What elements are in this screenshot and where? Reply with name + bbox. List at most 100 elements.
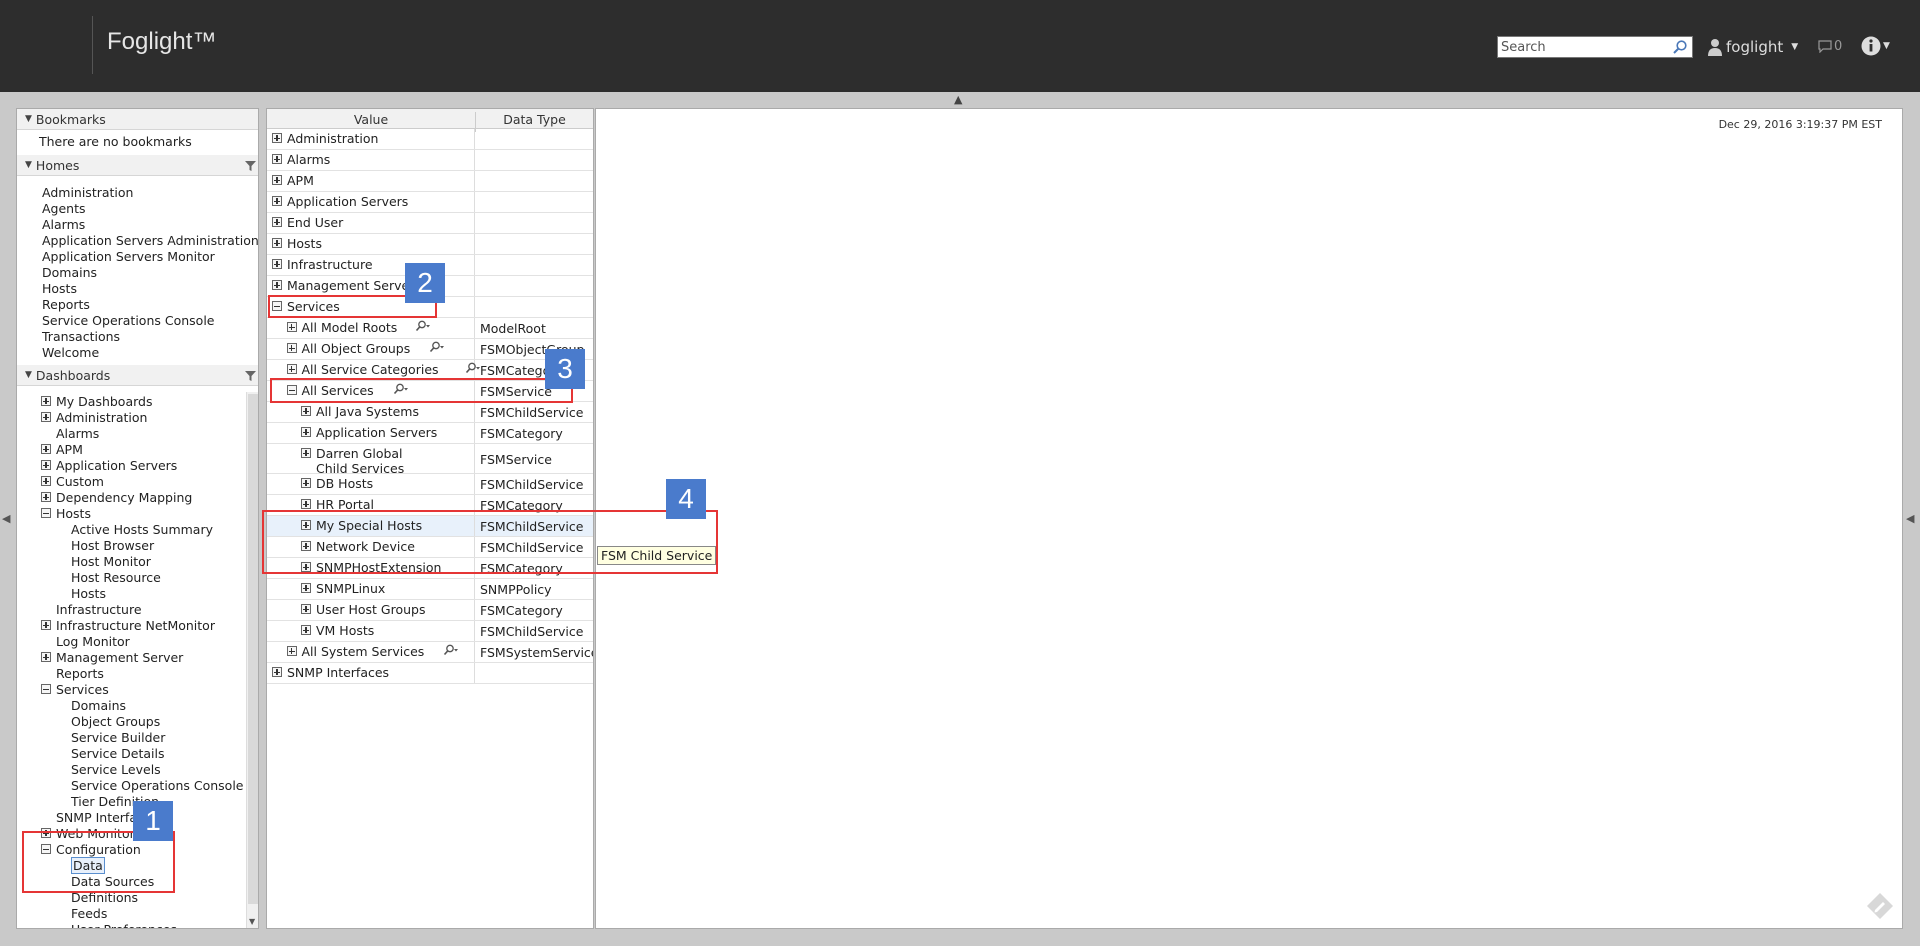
bookmarks-header[interactable]: ▼ Bookmarks (17, 109, 258, 130)
table-row[interactable]: Administration (267, 129, 593, 150)
collapse-header-arrow-icon[interactable]: ▲ (954, 93, 962, 106)
dashboard-tree-item[interactable]: Log Monitor (56, 634, 130, 650)
value-label[interactable]: APM (287, 173, 314, 188)
value-label[interactable]: VM Hosts (316, 623, 374, 638)
column-header-data-type[interactable]: Data Type (476, 112, 593, 127)
edit-icon[interactable] (1866, 892, 1894, 920)
dashboard-tree-item[interactable]: Host Browser (71, 538, 154, 554)
dashboard-tree-item[interactable]: Host Resource (71, 570, 161, 586)
expand-plus-icon[interactable] (41, 412, 51, 422)
expand-plus-icon[interactable] (301, 448, 311, 458)
dashboard-tree-item[interactable]: Domains (71, 698, 126, 714)
expand-plus-icon[interactable] (286, 364, 297, 374)
dashboard-tree-item[interactable]: Infrastructure (56, 602, 142, 618)
value-label[interactable]: SNMP Interfaces (287, 665, 389, 680)
scroll-down-arrow-icon[interactable]: ▼ (249, 917, 255, 926)
query-search-icon[interactable] (465, 362, 481, 374)
query-search-icon[interactable] (443, 644, 459, 656)
expand-plus-icon[interactable] (301, 427, 311, 437)
collapse-minus-icon[interactable] (41, 684, 51, 694)
search-icon[interactable] (1672, 39, 1688, 55)
dashboard-tree-item[interactable]: Feeds (71, 906, 107, 922)
table-row[interactable]: APM (267, 171, 593, 192)
expand-plus-icon[interactable] (286, 322, 297, 332)
dashboard-tree-item[interactable]: Custom (56, 474, 104, 490)
homes-link[interactable]: Administration (42, 185, 133, 201)
column-header-value[interactable]: Value (267, 112, 475, 127)
dashboard-tree-item[interactable]: Services (56, 682, 109, 698)
dashboard-tree-item[interactable]: Administration (56, 410, 147, 426)
value-label[interactable]: All System Services (302, 644, 425, 659)
homes-link[interactable]: Service Operations Console (42, 313, 215, 329)
value-label[interactable]: All Java Systems (316, 404, 419, 419)
expand-plus-icon[interactable] (272, 280, 282, 290)
table-row[interactable]: Darren Global Child Services FSMService (267, 444, 593, 476)
dashboard-tree-item[interactable]: Reports (56, 666, 104, 682)
expand-plus-icon[interactable] (272, 667, 282, 677)
filter-icon[interactable] (245, 371, 256, 381)
table-row[interactable]: Alarms (267, 150, 593, 171)
table-row[interactable]: DB Hosts FSMChildService (267, 474, 593, 495)
value-label[interactable]: Management Server (287, 278, 414, 293)
dashboard-tree-item[interactable]: Service Details (71, 746, 165, 762)
expand-plus-icon[interactable] (272, 154, 282, 164)
dashboard-tree-item[interactable]: Service Levels (71, 762, 161, 778)
table-row[interactable]: SNMP Interfaces (267, 663, 593, 684)
homes-link[interactable]: Domains (42, 265, 97, 281)
dashboards-scrollbar[interactable]: ▼ (246, 392, 258, 928)
value-label[interactable]: Administration (287, 131, 378, 146)
value-label[interactable]: Darren Global Child Services (316, 446, 436, 476)
expand-plus-icon[interactable] (41, 620, 51, 630)
dashboard-tree-item[interactable]: Application Servers (56, 458, 177, 474)
dashboard-tree-item[interactable]: Service Operations Console (71, 778, 244, 794)
expand-plus-icon[interactable] (272, 175, 282, 185)
collapse-left-arrow-icon[interactable]: ◀ (2, 512, 10, 525)
scrollbar-thumb[interactable] (248, 394, 258, 904)
query-search-icon[interactable] (429, 341, 445, 353)
table-row[interactable]: User Host Groups FSMCategory (267, 600, 593, 621)
value-label[interactable]: SNMPLinux (316, 581, 385, 596)
value-label[interactable]: Hosts (287, 236, 322, 251)
homes-link[interactable]: Transactions (42, 329, 120, 345)
homes-link[interactable]: Reports (42, 297, 90, 313)
table-row[interactable]: All Model Roots ModelRoot (267, 318, 593, 339)
dashboard-tree-item[interactable]: My Dashboards (56, 394, 152, 410)
dashboard-tree-item[interactable]: Dependency Mapping (56, 490, 192, 506)
table-row[interactable]: VM Hosts FSMChildService (267, 621, 593, 642)
query-search-icon[interactable] (415, 320, 431, 332)
expand-plus-icon[interactable] (301, 625, 311, 635)
expand-plus-icon[interactable] (272, 217, 282, 227)
homes-link[interactable]: Welcome (42, 345, 99, 361)
dashboard-tree-item[interactable]: Service Builder (71, 730, 165, 746)
expand-plus-icon[interactable] (41, 476, 51, 486)
expand-plus-icon[interactable] (41, 460, 51, 470)
value-label[interactable]: End User (287, 215, 343, 230)
dashboard-tree-item[interactable]: Hosts (56, 506, 91, 522)
expand-plus-icon[interactable] (301, 499, 311, 509)
homes-link[interactable]: Application Servers Administration (42, 233, 258, 249)
dashboard-tree-item[interactable]: Object Groups (71, 714, 160, 730)
value-label[interactable]: User Host Groups (316, 602, 425, 617)
expand-plus-icon[interactable] (286, 343, 297, 353)
expand-plus-icon[interactable] (286, 646, 297, 656)
table-row[interactable]: End User (267, 213, 593, 234)
expand-plus-icon[interactable] (41, 444, 51, 454)
dashboard-tree-item[interactable]: Active Hosts Summary (71, 522, 213, 538)
value-label[interactable]: Infrastructure (287, 257, 373, 272)
value-label[interactable]: Alarms (287, 152, 330, 167)
expand-plus-icon[interactable] (41, 396, 51, 406)
expand-plus-icon[interactable] (272, 259, 282, 269)
table-row[interactable]: All System Services FSMSystemService (267, 642, 593, 663)
dashboard-tree-item[interactable]: Host Monitor (71, 554, 151, 570)
dashboard-tree-item[interactable]: Alarms (56, 426, 99, 442)
homes-link[interactable]: Agents (42, 201, 86, 217)
expand-plus-icon[interactable] (301, 604, 311, 614)
dashboard-tree-item[interactable]: Management Server (56, 650, 183, 666)
value-label[interactable]: All Model Roots (302, 320, 398, 335)
expand-plus-icon[interactable] (272, 133, 282, 143)
expand-plus-icon[interactable] (41, 492, 51, 502)
value-label[interactable]: All Object Groups (302, 341, 411, 356)
dashboard-tree-item[interactable]: User Preferences (71, 922, 177, 928)
search-box[interactable] (1497, 36, 1693, 58)
homes-link[interactable]: Alarms (42, 217, 85, 233)
